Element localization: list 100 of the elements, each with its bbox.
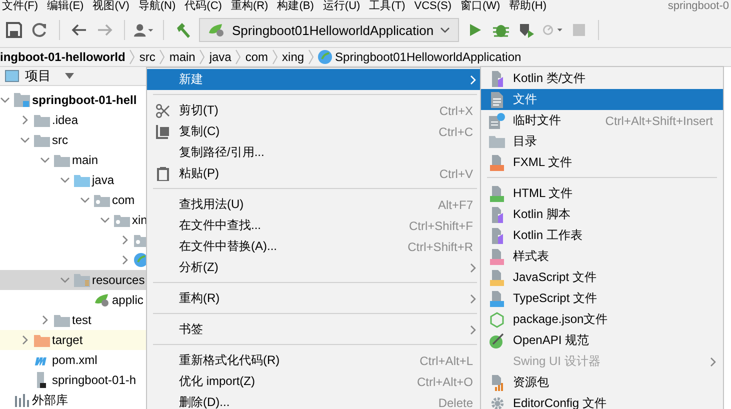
menu-item[interactable]: 粘贴(P) Ctrl+V [147,163,483,184]
save-icon[interactable] [4,20,24,40]
menu-item[interactable]: 新建 [147,69,483,90]
resource-bundle-icon [489,374,505,390]
tree-row[interactable]: springboot-01-h [0,370,147,390]
breadcrumb-separator-icon [308,49,314,65]
menu-item[interactable]: 复制路径/引用... [147,142,483,163]
menu-item[interactable]: FXML 文件 [481,152,723,173]
clipboard-icon [157,166,169,180]
menu-item[interactable]: 在文件中查找... Ctrl+Shift+F [147,215,483,236]
html-file-icon [489,186,505,202]
menu-item[interactable]: 资源包 [481,372,723,393]
package-icon [94,194,110,206]
spring-class-icon [318,50,332,64]
menu-bar-item[interactable]: 工具(T) [369,0,406,13]
menu-item[interactable]: 文件 [481,89,723,110]
menu-item[interactable]: 临时文件 Ctrl+Alt+Shift+Insert [481,110,723,131]
menu-item[interactable]: 书签 [147,319,483,340]
tree-label: target [52,333,83,347]
tree-label: src [52,133,68,147]
panel-title[interactable]: 项目 [25,67,51,85]
menu-bar-item[interactable]: 重构(R) [230,0,268,13]
library-icon [14,394,30,406]
tree-row[interactable]: main [0,150,147,170]
module-icon [14,93,30,107]
menu-item[interactable]: 目录 [481,131,723,152]
breadcrumb-item[interactable]: java [209,50,232,64]
menu-bar-item[interactable]: 导航(N) [138,0,176,13]
menu-item[interactable]: 删除(D)... Delete [147,392,483,409]
tree-row[interactable]: springboot-01-hell [0,90,147,110]
panel-icon [5,70,19,82]
menu-bar-item[interactable]: 编辑(E) [47,0,84,13]
chevron-down-icon [60,275,70,285]
css-file-icon [489,248,505,264]
menu-item[interactable]: 优化 import(Z) Ctrl+Alt+O [147,371,483,392]
chevron-right-icon [20,115,30,125]
menu-bar-item[interactable]: 代码(C) [184,0,222,13]
menu-item[interactable]: 样式表 [481,246,723,267]
tree-row[interactable]: com [0,190,147,210]
folder-icon [489,135,505,148]
menu-item[interactable]: 查找用法(U) Alt+F7 [147,194,483,215]
menu-item[interactable]: 剪切(T) Ctrl+X [147,100,483,121]
tree-label: pom.xml [52,353,98,367]
folder-icon [54,154,70,166]
menu-item[interactable]: 重新格式化代码(R) Ctrl+Alt+L [147,350,483,371]
breadcrumb-item[interactable]: src [139,50,156,64]
menu-item[interactable]: Kotlin 脚本 [481,204,723,225]
run-configuration-dropdown[interactable]: Springboot01HelloworldApplication [199,18,459,42]
menu-item[interactable]: 重构(R) [147,288,483,309]
breadcrumb-separator-icon [159,49,166,65]
menu-item[interactable]: Kotlin 类/文件 [481,68,723,89]
breadcrumb-item[interactable]: xing [282,50,304,64]
menu-bar-item[interactable]: 视图(V) [92,0,130,13]
chevron-down-icon [440,26,450,34]
menu-item[interactable]: JavaScript 文件 [481,267,723,288]
breadcrumb-item[interactable]: com [245,50,268,64]
openapi-icon [489,332,505,348]
selected-tree-row[interactable]: resources [0,270,147,290]
copy-icon [156,124,170,138]
menu-bar-item[interactable]: 帮助(H) [509,0,547,13]
menu-bar-item[interactable]: 构建(B) [277,0,314,13]
file-icon [491,92,503,108]
menu-bar-item[interactable]: 运行(U) [322,0,360,13]
tree-label: .idea [52,113,78,127]
menu-item[interactable]: OpenAPI 规范 [481,330,723,351]
tree-label: com [112,193,135,207]
excluded-tree-row[interactable]: target [0,330,147,350]
menu-item[interactable]: 复制(C) Ctrl+C [147,121,483,142]
breadcrumb-item[interactable]: ingboot-01-helloworld [0,50,126,64]
tree-row[interactable]: applic [0,290,147,310]
package-icon [114,214,130,226]
breadcrumb-separator-icon [235,49,242,65]
hexagon-icon [490,312,504,328]
menu-item[interactable]: Kotlin 工作表 [481,225,723,246]
breadcrumb-item[interactable]: main [169,50,196,64]
breadcrumb-item[interactable]: Springboot01HelloworldApplication [318,50,522,64]
tree-row[interactable]: 外部库 [0,390,147,409]
dropdown-icon [65,73,74,79]
window-title: springboot-0 [668,0,729,13]
tree-row[interactable]: src [0,130,147,150]
tree-label: main [72,153,98,167]
folder-icon [74,174,90,186]
chevron-down-icon [0,95,10,105]
tree-row[interactable]: pom.xml [0,350,147,370]
breadcrumb-separator-icon [129,49,136,65]
menu-bar-item[interactable]: VCS(S) [414,0,452,13]
tree-row[interactable]: java [0,170,147,190]
menu-item[interactable]: TypeScript 文件 [481,288,723,309]
menu-bar-item[interactable]: 窗口(W) [460,0,500,13]
folder-icon [54,314,70,326]
tree-label: resources [92,273,145,287]
menu-item[interactable]: 在文件中替换(A)... Ctrl+Shift+R [147,236,483,257]
menu-bar-item[interactable]: 文件(F) [2,0,38,13]
menu-item[interactable]: HTML 文件 [481,183,723,204]
folder-icon [34,114,50,126]
menu-item[interactable]: package.json文件 [481,309,723,330]
tree-row[interactable]: .idea [0,110,147,130]
menu-item: Swing UI 设计器 [481,351,723,372]
tree-row[interactable]: test [0,310,147,330]
menu-item[interactable]: 分析(Z) [147,257,483,278]
